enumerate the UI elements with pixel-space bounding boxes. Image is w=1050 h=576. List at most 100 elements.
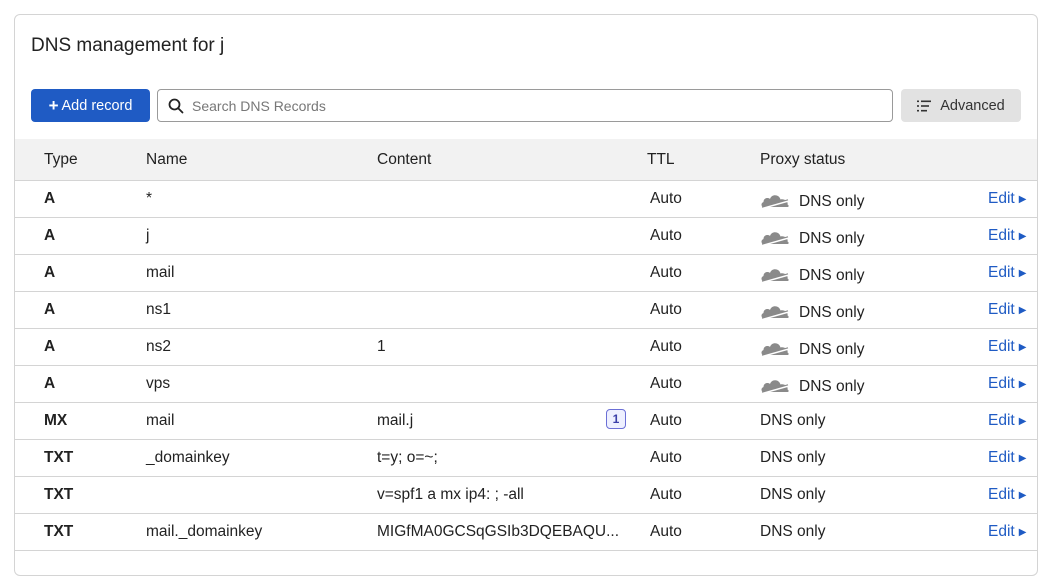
record-name: j	[146, 227, 150, 244]
cloud-dns-only-icon	[761, 305, 789, 320]
table-row: A * Auto DNS only Edit ▶	[15, 181, 1037, 218]
edit-label: Edit	[988, 449, 1015, 466]
add-record-label: Add record	[61, 97, 133, 114]
plus-icon: +	[48, 96, 59, 115]
caret-right-icon: ▶	[1018, 230, 1027, 242]
record-content: v=spf1 a mx ip4: ; -all	[377, 486, 524, 503]
record-name: *	[146, 190, 153, 207]
record-ttl: Auto	[650, 338, 682, 355]
record-type: TXT	[44, 523, 74, 540]
table-row: TXT mail._domainkey MIGfMA0GCSqGSIb3DQEBAQ…	[15, 514, 1037, 551]
edit-button[interactable]: Edit ▶	[988, 449, 1026, 467]
caret-right-icon: ▶	[1018, 341, 1027, 353]
proxy-status: DNS only	[760, 262, 864, 285]
record-ttl: Auto	[650, 523, 682, 540]
proxy-status: DNS only	[760, 225, 864, 248]
proxy-status-label: DNS only	[799, 193, 865, 210]
edit-button[interactable]: Edit ▶	[988, 486, 1026, 504]
caret-right-icon: ▶	[1018, 415, 1027, 427]
edit-button[interactable]: Edit ▶	[988, 301, 1026, 319]
edit-button[interactable]: Edit ▶	[988, 375, 1026, 393]
caret-right-icon: ▶	[1018, 193, 1027, 205]
edit-label: Edit	[988, 190, 1015, 207]
record-type: TXT	[44, 449, 74, 466]
cloud-dns-only-icon	[761, 268, 789, 283]
proxy-status-label: DNS only	[799, 267, 865, 284]
edit-label: Edit	[988, 412, 1015, 429]
proxy-status: DNS only	[760, 299, 864, 322]
record-name: mail._domainkey	[146, 523, 263, 540]
record-content: mail.j	[377, 412, 414, 429]
header-name: Name	[146, 151, 188, 168]
proxy-status-label: DNS only	[760, 486, 826, 503]
cloud-dns-only-icon	[761, 379, 789, 394]
edit-button[interactable]: Edit ▶	[988, 412, 1026, 430]
add-record-button[interactable]: + Add record	[31, 89, 150, 122]
record-type: A	[44, 338, 56, 355]
edit-label: Edit	[988, 227, 1015, 244]
advanced-button[interactable]: Advanced	[901, 89, 1021, 122]
search-icon	[168, 98, 184, 113]
table-row: Amail Auto DNS only Edit ▶	[15, 255, 1037, 292]
table-row: Ans1 Auto DNS only Edit ▶	[15, 292, 1037, 329]
record-ttl: Auto	[650, 486, 682, 503]
edit-label: Edit	[988, 338, 1015, 355]
list-filter-icon	[917, 100, 932, 111]
table-header: Type Name Content TTL Proxy status	[15, 139, 1037, 181]
proxy-status-label: DNS only	[760, 412, 826, 429]
record-type: MX	[44, 412, 68, 429]
table-row: TXT v=spf1 a mx ip4: ; -all Auto DNS only Ed…	[15, 477, 1037, 514]
record-ttl: Auto	[650, 264, 682, 281]
table-row: Avps Auto DNS only Edit ▶	[15, 366, 1037, 403]
proxy-status-label: DNS only	[799, 230, 865, 247]
toolbar: + Add record Advanced	[31, 89, 1021, 123]
proxy-status: DNS only	[760, 373, 864, 396]
proxy-status: DNS only	[760, 188, 864, 211]
record-ttl: Auto	[650, 375, 682, 392]
record-name: mail	[146, 412, 175, 429]
caret-right-icon: ▶	[1018, 304, 1027, 316]
proxy-status-label: DNS only	[760, 523, 826, 540]
table-row: Ans2 1 Auto DNS only Edit ▶	[15, 329, 1037, 366]
record-ttl: Auto	[650, 301, 682, 318]
record-name: mail	[146, 264, 175, 281]
record-type: A	[44, 375, 56, 392]
record-name: _domainkey	[146, 449, 230, 466]
caret-right-icon: ▶	[1018, 526, 1027, 538]
edit-button[interactable]: Edit ▶	[988, 227, 1026, 245]
record-name: ns2	[146, 338, 171, 355]
caret-right-icon: ▶	[1018, 267, 1027, 279]
edit-button[interactable]: Edit ▶	[988, 523, 1026, 541]
search-input[interactable]	[190, 96, 892, 115]
record-content: MIGfMA0GCSqGSIb3DQEBAQU...	[377, 523, 620, 540]
priority-badge: 1	[606, 409, 626, 429]
edit-button[interactable]: Edit ▶	[988, 190, 1026, 208]
record-type: TXT	[44, 486, 74, 503]
table-row: Aj Auto DNS only Edit ▶	[15, 218, 1037, 255]
record-ttl: Auto	[650, 190, 682, 207]
record-name: ns1	[146, 301, 171, 318]
edit-label: Edit	[988, 486, 1015, 503]
proxy-status-label: DNS only	[799, 378, 865, 395]
record-ttl: Auto	[650, 412, 682, 429]
edit-button[interactable]: Edit ▶	[988, 338, 1026, 356]
header-proxy-status: Proxy status	[760, 151, 846, 168]
record-type: A	[44, 301, 56, 318]
record-type: A	[44, 227, 56, 244]
dns-card: DNS management for j + Add record Advanc…	[14, 14, 1038, 576]
proxy-status: DNS only	[760, 336, 864, 359]
caret-right-icon: ▶	[1018, 452, 1027, 464]
cloud-dns-only-icon	[761, 231, 789, 246]
edit-button[interactable]: Edit ▶	[988, 264, 1026, 282]
record-type: A	[44, 264, 56, 281]
edit-label: Edit	[988, 523, 1015, 540]
proxy-status-label: DNS only	[799, 341, 865, 358]
header-content: Content	[377, 151, 432, 168]
caret-right-icon: ▶	[1018, 489, 1027, 501]
caret-right-icon: ▶	[1018, 378, 1027, 390]
record-ttl: Auto	[650, 227, 682, 244]
proxy-status-label: DNS only	[799, 304, 865, 321]
search-box[interactable]	[157, 89, 893, 122]
record-name: vps	[146, 375, 171, 392]
edit-label: Edit	[988, 301, 1015, 318]
